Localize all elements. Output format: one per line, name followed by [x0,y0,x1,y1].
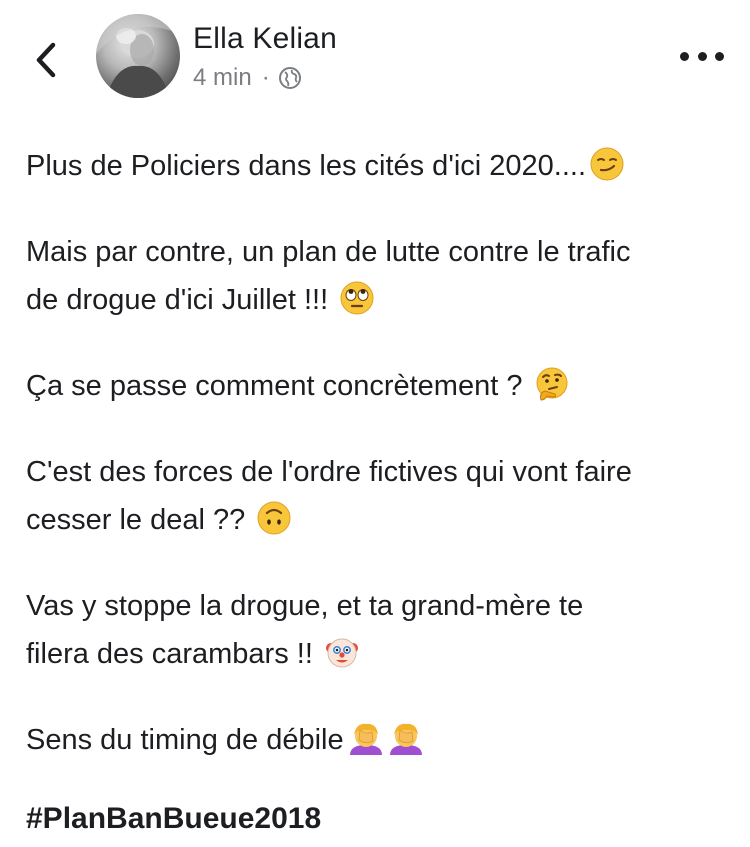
more-options-button[interactable] [680,44,724,68]
post-time[interactable]: 4 min [193,64,252,92]
clown-emoji [325,635,359,669]
post-paragraph: Vas y stoppe la drogue, et ta grand-mère… [26,590,584,670]
thinking-emoji [535,367,569,401]
chevron-left-icon [36,42,56,78]
post-body: Plus de Policiers dans les cités d'ici 2… [26,142,731,802]
author-name[interactable]: Ella Kelian [193,22,337,56]
upside-down-emoji [257,501,291,535]
meta-separator: · [261,64,270,91]
eye-roll-emoji [340,281,374,315]
hashtag-link[interactable]: #PlanBanBueue2018 [26,802,321,836]
post-paragraph: C'est des forces de l'ordre fictives qui… [26,456,632,536]
facepalm-emoji [346,721,386,755]
post-paragraph: Ça se passe comment concrètement ? [26,362,731,410]
post-paragraph: Mais par contre, un plan de lutte contre… [26,236,631,316]
post-meta: 4 min · [193,64,302,92]
post-paragraph: Sens du timing de débile [26,716,731,764]
smirk-emoji [590,147,624,181]
back-button[interactable] [28,38,64,82]
globe-icon [278,66,302,90]
facepalm-emoji [386,721,426,755]
post-paragraph: Plus de Policiers dans les cités d'ici 2… [26,142,731,190]
post-header: Ella Kelian 4 min · [0,0,750,110]
more-options-icon [680,51,689,61]
avatar[interactable] [96,14,180,98]
